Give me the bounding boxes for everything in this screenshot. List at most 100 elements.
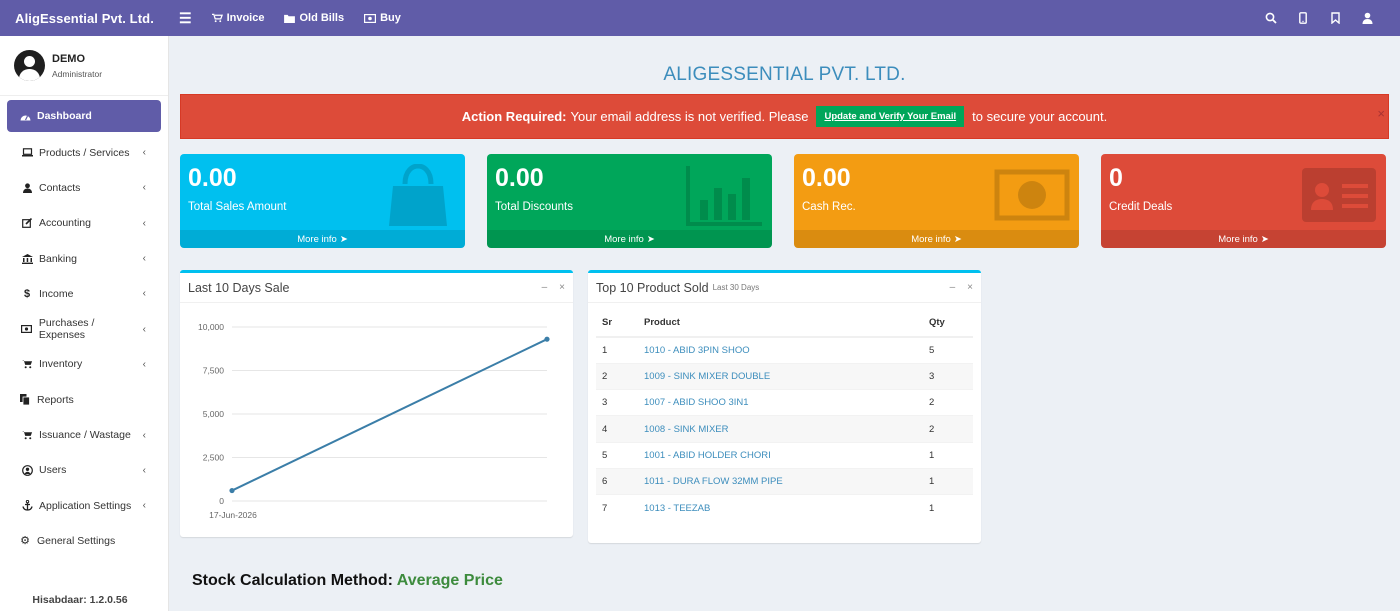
row-sr: 6: [596, 467, 638, 495]
close-icon[interactable]: ×: [967, 282, 973, 293]
more-info-link[interactable]: More info ➤: [180, 230, 465, 248]
bank-icon: [21, 253, 33, 264]
row-qty: 2: [923, 389, 973, 416]
sidebar-item-contacts[interactable]: Contacts ‹: [0, 170, 168, 205]
y-tick-label: 2,500: [203, 453, 225, 463]
sidebar-item-reports[interactable]: Reports: [0, 382, 168, 417]
stat-label: Total Sales Amount: [188, 201, 287, 213]
nav-buy-link[interactable]: Buy: [364, 12, 401, 24]
row-product-link[interactable]: 1009 - SINK MIXER DOUBLE: [638, 362, 923, 390]
mobile-icon[interactable]: [1296, 11, 1310, 25]
y-tick-label: 0: [219, 496, 224, 506]
minimize-icon[interactable]: –: [950, 282, 956, 293]
search-icon[interactable]: [1264, 11, 1278, 25]
nav-invoice-link[interactable]: Invoice: [211, 12, 265, 24]
chevron-left-icon: ‹: [142, 429, 146, 441]
row-product-link[interactable]: 1011 - DURA FLOW 32MM PIPE: [638, 467, 923, 495]
panel-title: Top 10 Product Sold: [596, 280, 709, 295]
banknote-icon: [994, 169, 1070, 221]
user-circle-icon: [21, 464, 33, 476]
column-header: Product: [638, 309, 923, 338]
sidebar-item-application-settings[interactable]: Application Settings ‹: [0, 488, 168, 523]
row-product-link[interactable]: 1007 - ABID SHOO 3IN1: [638, 389, 923, 416]
row-qty: 1: [923, 467, 973, 495]
stock-calculation-method: Stock Calculation Method: Average Price: [192, 572, 503, 590]
alert-prefix: Action Required:: [461, 109, 567, 124]
more-info-label: More info: [1218, 233, 1258, 245]
chevron-left-icon: ‹: [142, 253, 146, 265]
table-row: 1 1010 - ABID 3PIN SHOO 5: [596, 336, 973, 364]
panel-header: Last 10 Days Sale – ×: [180, 273, 573, 303]
sidebar-item-income[interactable]: $ Income ‹: [0, 276, 168, 311]
sidebar-item-purchases-expenses[interactable]: Purchases / Expenses ‹: [0, 311, 168, 346]
minimize-icon[interactable]: –: [542, 282, 548, 293]
dashboard-icon: [19, 112, 31, 121]
chevron-left-icon: ‹: [142, 147, 146, 159]
sidebar-item-general-settings[interactable]: ⚙ General Settings: [0, 523, 168, 558]
y-tick-label: 10,000: [198, 322, 224, 332]
row-sr: 5: [596, 441, 638, 469]
chevron-left-icon: ‹: [142, 323, 146, 335]
row-qty: 2: [923, 415, 973, 443]
sidebar-item-users[interactable]: Users ‹: [0, 453, 168, 488]
alert-close-icon[interactable]: ×: [1377, 106, 1385, 121]
table-row: 2 1009 - SINK MIXER DOUBLE 3: [596, 362, 973, 390]
stat-box-cash-rec: 0.00 Cash Rec. More info ➤: [794, 154, 1079, 248]
more-info-link[interactable]: More info ➤: [1101, 230, 1386, 248]
nav-invoice-label: Invoice: [226, 12, 265, 24]
shopping-bag-icon: [389, 164, 447, 226]
more-info-label: More info: [297, 233, 337, 245]
more-info-label: More info: [604, 233, 644, 245]
sidebar-item-label: Contacts: [39, 181, 81, 194]
sidebar-item-label: Products / Services: [39, 146, 130, 159]
page-title: ALIGESSENTIAL PVT. LTD.: [663, 64, 906, 85]
bookmark-icon[interactable]: [1328, 11, 1342, 25]
table-row: 6 1011 - DURA FLOW 32MM PIPE 1: [596, 467, 973, 495]
table-row: 5 1001 - ABID HOLDER CHORI 1: [596, 441, 973, 469]
money-icon: [21, 325, 33, 334]
more-info-link[interactable]: More info ➤: [487, 230, 772, 248]
brand-logo[interactable]: AligEssential Pvt. Ltd.: [0, 0, 169, 36]
sidebar-item-label: Banking: [39, 252, 77, 265]
verify-email-button[interactable]: Update and Verify Your Email: [816, 106, 965, 127]
user-panel: DEMO Administrator: [0, 36, 168, 96]
row-qty: 5: [923, 336, 973, 364]
panel-header: Top 10 Product Sold Last 30 Days – ×: [588, 273, 981, 303]
laptop-icon: [21, 148, 33, 157]
app-version: Hisabdaar: 1.2.0.56: [32, 594, 128, 606]
more-info-link[interactable]: More info ➤: [794, 230, 1079, 248]
y-tick-label: 5,000: [203, 409, 225, 419]
sidebar-item-dashboard[interactable]: Dashboard: [7, 100, 161, 132]
user-name: DEMO: [52, 52, 85, 65]
row-product-link[interactable]: 1001 - ABID HOLDER CHORI: [638, 441, 923, 469]
nav-old-bills-link[interactable]: Old Bills: [284, 12, 344, 24]
row-sr: 7: [596, 494, 638, 522]
sidebar-item-label: Purchases / Expenses: [38, 317, 95, 342]
sidebar-item-inventory[interactable]: Inventory ‹: [0, 347, 168, 382]
user-icon[interactable]: [1360, 11, 1374, 25]
row-sr: 1: [596, 336, 638, 364]
sidebar-toggle-icon[interactable]: ☰: [179, 10, 192, 27]
gear-icon: ⚙: [20, 535, 30, 548]
user-role: Administrator: [52, 68, 103, 79]
data-point[interactable]: [544, 336, 550, 342]
close-icon[interactable]: ×: [559, 282, 565, 293]
row-product-link[interactable]: 1013 - TEEZAB: [638, 494, 923, 522]
sidebar-item-label: Issuance / Wastage: [39, 429, 131, 442]
sidebar-item-products-services[interactable]: Products / Services ‹: [0, 135, 168, 170]
id-card-icon: [1302, 168, 1376, 222]
series-line: [231, 338, 548, 492]
email-verify-alert: Action Required: Your email address is n…: [180, 94, 1389, 139]
row-product-link[interactable]: 1010 - ABID 3PIN SHOO: [638, 336, 923, 364]
money-icon: [364, 13, 377, 23]
stat-value: 0.00: [495, 164, 544, 192]
arrow-circle-right-icon: ➤: [953, 233, 962, 245]
stat-label: Total Discounts: [495, 201, 573, 213]
row-product-link[interactable]: 1008 - SINK MIXER: [638, 415, 923, 443]
sidebar-item-issuance-wastage[interactable]: Issuance / Wastage ‹: [0, 417, 168, 452]
sidebar-item-banking[interactable]: Banking ‹: [0, 241, 168, 276]
data-point[interactable]: [229, 487, 235, 494]
row-sr: 2: [596, 362, 638, 390]
chevron-left-icon: ‹: [142, 288, 146, 300]
sidebar-item-accounting[interactable]: Accounting ‹: [0, 206, 168, 241]
